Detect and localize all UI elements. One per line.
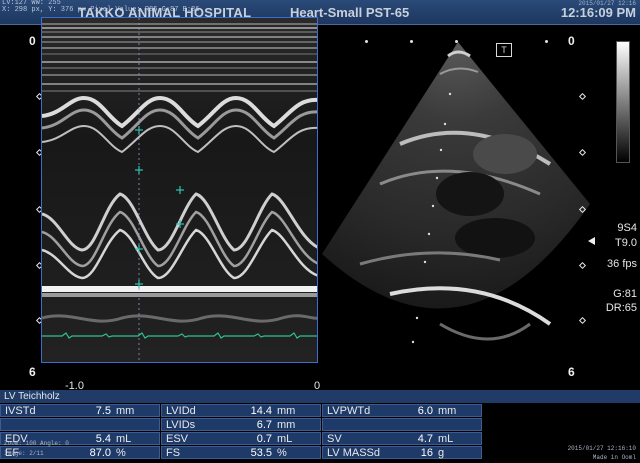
measurement-cell[interactable]: SV 4.7 mL xyxy=(322,432,482,445)
reference-dot xyxy=(455,40,458,43)
measurement-cell[interactable]: LV MASSd 16 g xyxy=(322,446,482,459)
measurement-unit: mm xyxy=(277,405,296,417)
reference-dot xyxy=(365,40,368,43)
measurement-value: 16 xyxy=(420,447,433,459)
dynamic-range-param: DR:65 xyxy=(605,302,637,314)
clock: 12:16:09 PM xyxy=(560,5,636,20)
measurement-value: 87.0 xyxy=(89,447,111,459)
gain-param: G:81 xyxy=(613,288,637,300)
measurement-value: 14.4 xyxy=(250,405,272,417)
measurement-value: 6.7 xyxy=(256,419,272,431)
reference-dot xyxy=(410,40,413,43)
probe-orientation-icon: T xyxy=(496,43,512,57)
measurement-value: 4.7 xyxy=(417,433,433,445)
footer-timestamp: 2015/01/27 12:16:10 xyxy=(567,445,636,452)
measurement-label: ESV xyxy=(166,433,189,445)
measurement-cell[interactable]: ESV 0.7 mL xyxy=(161,432,321,445)
grayscale-bar xyxy=(616,41,630,163)
measurement-cell-empty xyxy=(0,418,160,431)
fps-param: 36 fps xyxy=(607,258,637,270)
measurement-unit: mm xyxy=(438,405,457,417)
measurement-label: LV MASSd xyxy=(327,447,380,459)
measurement-value: 6.0 xyxy=(417,405,433,417)
measurement-unit: mm xyxy=(277,419,296,431)
measurement-label: LVIDd xyxy=(166,405,196,417)
reference-dot xyxy=(545,40,548,43)
mmode-image[interactable] xyxy=(41,17,318,363)
measurement-cell[interactable]: LVIDd 14.4 mm xyxy=(161,404,321,417)
measurement-unit: g xyxy=(438,447,445,459)
frequency-param: T9.0 xyxy=(614,237,637,249)
measurement-cell[interactable]: FS 53.5 % xyxy=(161,446,321,459)
measurement-value: 53.5 xyxy=(250,447,272,459)
measurement-unit: mL xyxy=(116,433,132,445)
probe-param: 9S4 xyxy=(617,222,637,234)
bmode-sector-image[interactable] xyxy=(320,24,610,374)
measurement-value: 7.5 xyxy=(95,405,111,417)
bmode-depth-bottom: 6 xyxy=(568,365,575,379)
measurement-cell[interactable]: IVSTd 7.5 mm xyxy=(0,404,160,417)
mmode-depth-top: 0 xyxy=(29,34,36,48)
measurement-label: FS xyxy=(166,447,181,459)
footer-image-info: Image: 2/11 xyxy=(4,450,44,457)
footer-zoom-info: Zoom: 100 Angle: 0 xyxy=(4,440,69,447)
measurement-cell[interactable]: LVPWTd 6.0 mm xyxy=(322,404,482,417)
measurement-label: LVPWTd xyxy=(327,405,371,417)
measurement-unit: % xyxy=(277,447,287,459)
mmode-depth-bottom: 6 xyxy=(29,365,36,379)
focus-marker-icon xyxy=(588,237,595,245)
measurement-unit: % xyxy=(116,447,126,459)
measurement-label: SV xyxy=(327,433,342,445)
measurement-label: IVSTd xyxy=(5,405,36,417)
measurement-value: 0.7 xyxy=(256,433,272,445)
footer-maker: Made in Ooml xyxy=(592,454,636,461)
measurement-title: LV Teichholz xyxy=(0,390,640,403)
measurement-value: 5.4 xyxy=(95,433,111,445)
bmode-depth-top: 0 xyxy=(568,34,575,48)
measurement-unit: mm xyxy=(116,405,135,417)
measurement-cell-empty xyxy=(322,418,482,431)
measurement-panel: LV Teichholz IVSTd 7.5 mm LVIDd 14.4 mm … xyxy=(0,390,640,463)
measurement-unit: mL xyxy=(438,433,454,445)
measurement-cell[interactable]: LVIDs 6.7 mm xyxy=(161,418,321,431)
measurement-label: LVIDs xyxy=(166,419,196,431)
mmode-trace xyxy=(42,18,317,362)
measurement-unit: mL xyxy=(277,433,293,445)
